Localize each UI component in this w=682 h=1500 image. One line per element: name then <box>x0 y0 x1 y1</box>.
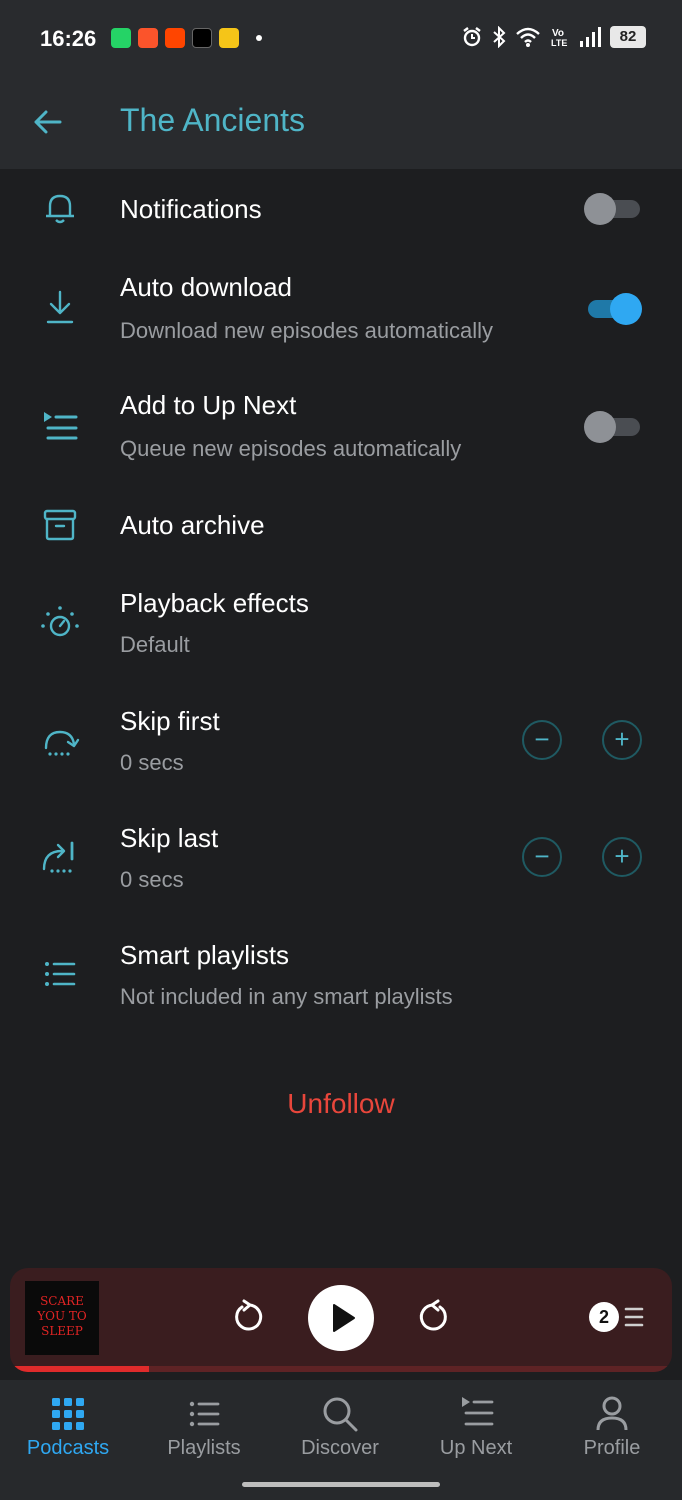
app-icon <box>219 28 239 48</box>
toggle-thumb <box>610 293 642 325</box>
system-icons: Vo LTE 82 <box>461 26 646 48</box>
download-icon <box>46 290 74 324</box>
tab-label: Profile <box>583 1437 641 1459</box>
search-icon <box>323 1397 358 1432</box>
setting-value: 0 secs <box>120 867 184 892</box>
artwork-text: YOU TO <box>37 1309 87 1323</box>
setting-value: 0 secs <box>120 750 184 775</box>
skip-first-icon <box>44 730 80 756</box>
brave-icon <box>138 28 158 48</box>
alarm-icon <box>463 27 481 47</box>
tab-podcasts[interactable]: Podcasts <box>0 1380 136 1472</box>
page-title: The Ancients <box>120 102 305 138</box>
list-icon <box>189 1401 220 1427</box>
profile-icon <box>596 1396 628 1431</box>
skip-first-decrease-button[interactable]: − <box>522 720 562 760</box>
notifications-toggle[interactable] <box>584 188 640 228</box>
skip-forward-icon[interactable] <box>414 1298 452 1336</box>
setting-label: Notifications <box>120 194 262 224</box>
podcast-artwork[interactable]: SCARE YOU TO SLEEP <box>25 1281 99 1355</box>
whatsapp-icon <box>111 28 131 48</box>
setting-label: Auto archive <box>120 510 265 540</box>
more-notifications-dot <box>256 35 262 41</box>
playback-progress-fill <box>10 1366 150 1372</box>
setting-label: Smart playlists <box>120 940 290 970</box>
skip-back-icon[interactable] <box>230 1298 268 1336</box>
tab-profile[interactable]: Profile <box>544 1380 680 1472</box>
setting-description: Not included in any smart playlists <box>120 984 453 1009</box>
reddit-icon <box>165 28 185 48</box>
skip-last-increase-button[interactable]: + <box>602 837 642 877</box>
setting-skip-first: Skip first 0 secs − + <box>0 694 682 794</box>
mini-player[interactable]: SCARE YOU TO SLEEP 2 <box>10 1268 672 1372</box>
up-next-count-badge[interactable]: 2 <box>589 1302 619 1332</box>
play-button[interactable] <box>308 1285 374 1351</box>
status-time: 16:26 <box>40 26 97 51</box>
skip-last-decrease-button[interactable]: − <box>522 837 562 877</box>
up-next-icon <box>462 1397 494 1426</box>
wifi-icon <box>516 27 540 47</box>
battery-indicator: 82 <box>610 26 646 48</box>
up-next-queue-icon[interactable] <box>622 1304 644 1330</box>
setting-description: Download new episodes automatically <box>120 318 493 343</box>
setting-smart-playlists[interactable]: Smart playlists Not included in any smar… <box>0 928 682 1028</box>
toggle-thumb <box>584 193 616 225</box>
play-icon <box>333 1304 355 1332</box>
back-arrow-icon[interactable] <box>30 104 66 140</box>
setting-auto-archive[interactable]: Auto archive <box>0 490 682 560</box>
tab-discover[interactable]: Discover <box>272 1380 408 1472</box>
tab-up-next[interactable]: Up Next <box>408 1380 544 1472</box>
toggle-thumb <box>584 411 616 443</box>
setting-description: Queue new episodes automatically <box>120 436 462 461</box>
playback-effects-icon <box>41 606 79 637</box>
bluetooth-icon <box>493 26 506 48</box>
bell-icon <box>46 194 74 224</box>
skip-last-icon <box>42 841 74 873</box>
artwork-text: SCARE <box>40 1294 84 1308</box>
auto-download-toggle[interactable] <box>584 288 642 328</box>
app-bar: The Ancients <box>0 80 682 169</box>
notification-icons <box>111 28 262 48</box>
add-to-up-next-toggle[interactable] <box>584 406 640 446</box>
archive-icon <box>43 509 77 541</box>
tab-label: Discover <box>301 1437 379 1459</box>
tab-playlists[interactable]: Playlists <box>136 1380 272 1472</box>
artwork-text: SLEEP <box>41 1324 83 1338</box>
status-bar: 16:26 Vo LTE 82 <box>0 0 682 80</box>
setting-notifications[interactable]: Notifications <box>0 170 682 250</box>
grid-icon <box>52 1398 84 1430</box>
setting-label: Skip first <box>120 706 220 736</box>
home-indicator[interactable] <box>242 1482 440 1487</box>
list-icon <box>45 962 76 986</box>
setting-label: Skip last <box>120 823 219 853</box>
setting-auto-download[interactable]: Auto download Download new episodes auto… <box>0 260 682 360</box>
tab-label: Playlists <box>167 1437 241 1459</box>
skip-first-increase-button[interactable]: + <box>602 720 642 760</box>
volte-icon: VoLTE <box>551 28 567 48</box>
unfollow-button[interactable]: Unfollow <box>0 1088 682 1120</box>
x-icon <box>192 28 212 48</box>
setting-label: Add to Up Next <box>120 390 297 420</box>
tab-label: Podcasts <box>26 1437 110 1459</box>
setting-add-to-up-next[interactable]: Add to Up Next Queue new episodes automa… <box>0 378 682 478</box>
playback-progress-track[interactable] <box>10 1366 672 1372</box>
setting-playback-effects[interactable]: Playback effects Default <box>0 576 682 676</box>
setting-label: Playback effects <box>120 588 309 618</box>
setting-description: Default <box>120 632 190 657</box>
setting-skip-last: Skip last 0 secs − + <box>0 811 682 911</box>
queue-icon <box>44 412 78 440</box>
signal-icon <box>580 27 601 47</box>
svg-text:LTE: LTE <box>551 38 567 48</box>
tab-label: Up Next <box>439 1437 513 1459</box>
setting-label: Auto download <box>120 272 293 302</box>
